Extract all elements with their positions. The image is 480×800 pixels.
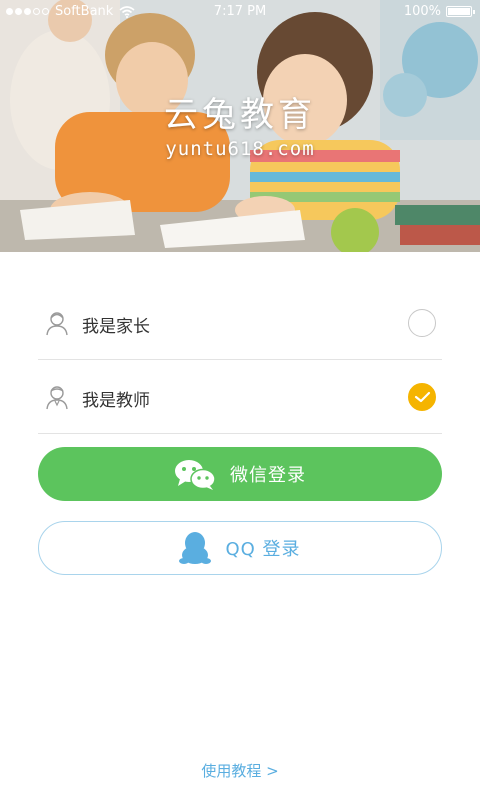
role-label-teacher: 我是教师	[82, 391, 150, 411]
wechat-login-button[interactable]: 微信登录	[38, 447, 442, 501]
qq-login-button[interactable]: QQ 登录	[38, 521, 442, 575]
checkmark-icon	[414, 391, 431, 403]
parent-icon	[46, 312, 68, 336]
role-option-parent[interactable]: 我是家长	[38, 286, 442, 360]
role-label-parent: 我是家长	[82, 317, 150, 337]
wechat-login-label: 微信登录	[230, 465, 306, 486]
brand-url: yuntu618.com	[165, 138, 315, 160]
qq-login-label: QQ 登录	[225, 539, 301, 560]
radio-parent[interactable]	[408, 309, 436, 337]
brand-name: 云兔教育	[164, 95, 316, 135]
tutorial-link[interactable]: 使用教程 >	[0, 760, 480, 781]
battery-percent: 100%	[403, 4, 441, 19]
login-screen: SoftBank 7:17 PM 100% 云兔教育 yuntu618.com	[0, 0, 480, 800]
battery-icon	[446, 6, 475, 17]
role-option-teacher[interactable]: 我是教师	[38, 360, 442, 434]
wechat-icon	[174, 458, 216, 490]
hero-banner: SoftBank 7:17 PM 100% 云兔教育 yuntu618.com	[0, 0, 480, 252]
radio-teacher[interactable]	[408, 383, 436, 411]
status-right: 100%	[403, 4, 475, 19]
qq-penguin-icon	[179, 531, 212, 565]
teacher-icon	[46, 386, 68, 410]
status-bar: SoftBank 7:17 PM 100%	[0, 0, 480, 26]
brand-overlay: 云兔教育 yuntu618.com	[0, 96, 480, 160]
